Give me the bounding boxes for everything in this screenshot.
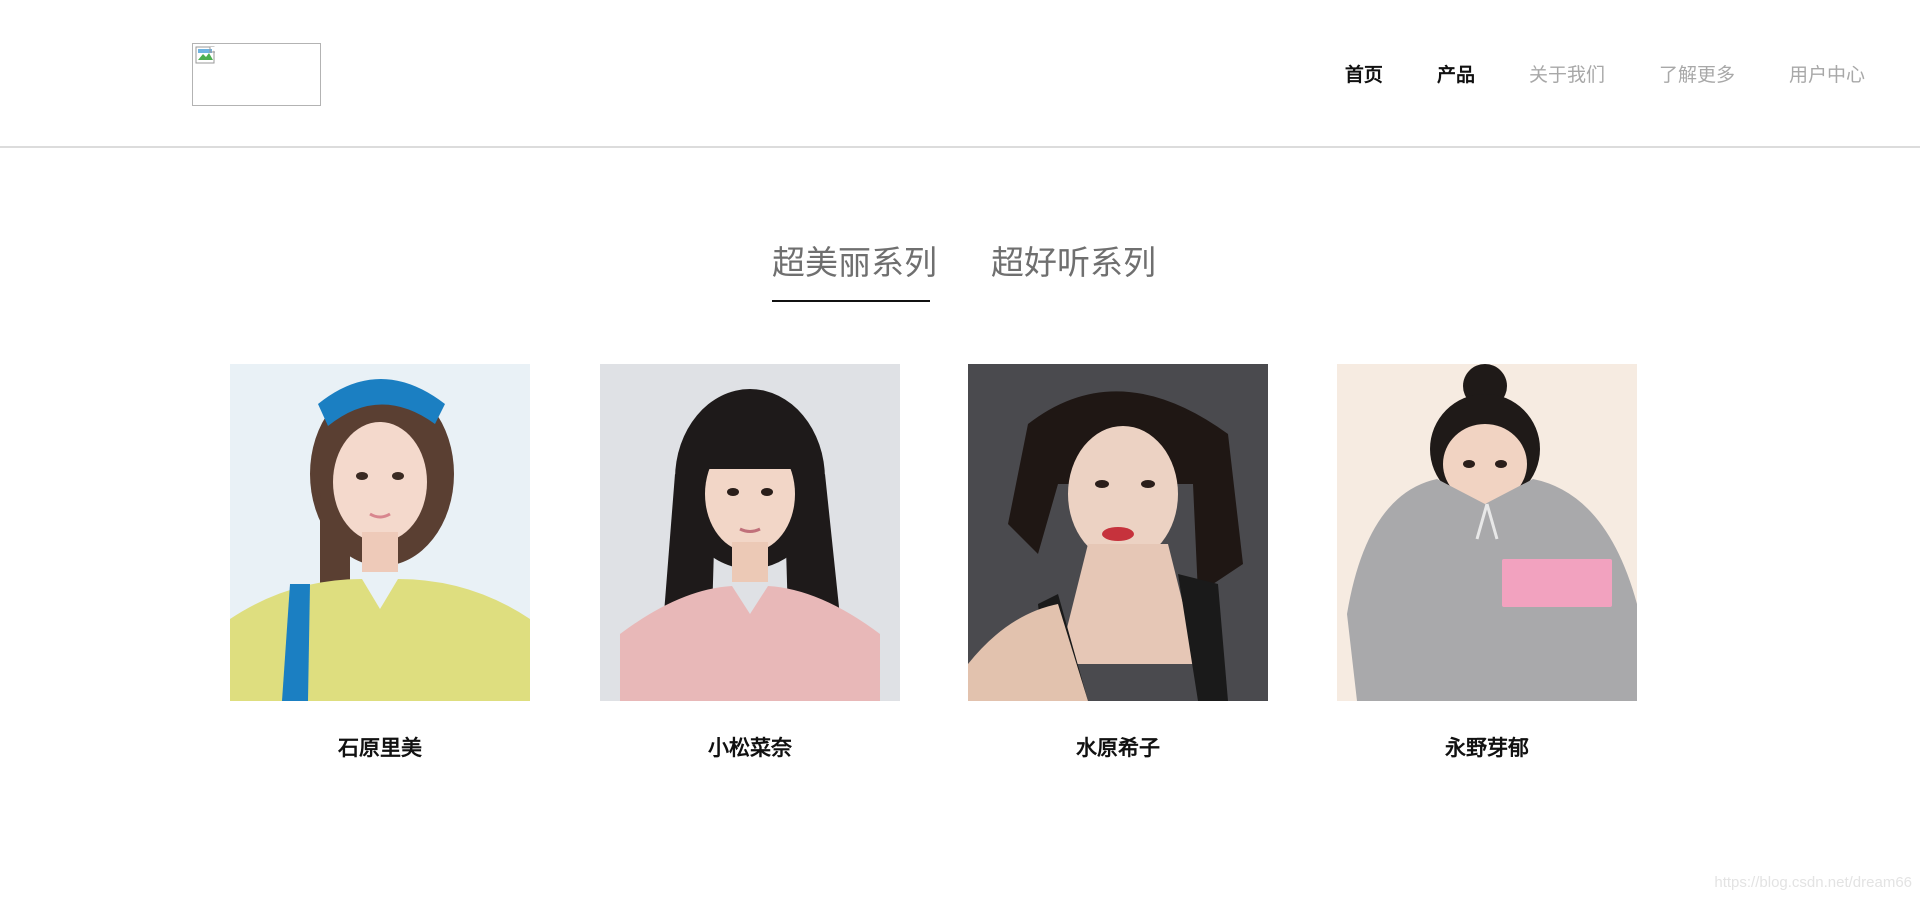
active-tab-indicator [772,300,930,302]
main-nav: 首页 产品 关于我们 了解更多 用户中心 [1291,62,1865,88]
nav-item-home[interactable]: 首页 [1345,62,1383,88]
site-header: 首页 产品 关于我们 了解更多 用户中心 [0,0,1920,148]
portrait-photo[interactable] [230,364,530,701]
nav-item-products[interactable]: 产品 [1437,62,1475,88]
portrait-photo[interactable] [600,364,900,701]
product-card[interactable]: 石原里美 [230,364,530,763]
tab-music-series[interactable]: 超好听系列 [991,240,1156,286]
tab-beauty-series[interactable]: 超美丽系列 [772,240,937,286]
card-title: 小松菜奈 [708,735,792,760]
nav-item-user-center[interactable]: 用户中心 [1789,62,1865,88]
watermark-text: https://blog.csdn.net/dream66 [1714,874,1912,891]
logo-image[interactable] [192,43,321,106]
nav-item-learn-more[interactable]: 了解更多 [1659,62,1735,88]
nav-item-about-us[interactable]: 关于我们 [1529,62,1605,88]
product-card[interactable]: 小松菜奈 [600,364,900,763]
card-title: 水原希子 [1076,735,1160,760]
card-title: 永野芽郁 [1445,735,1529,760]
broken-image-icon [195,46,215,64]
card-title: 石原里美 [338,735,422,760]
series-tabs: 超美丽系列 超好听系列 [0,240,1920,310]
portrait-photo[interactable] [968,364,1268,701]
product-card[interactable]: 水原希子 [968,364,1268,763]
product-card[interactable]: 永野芽郁 [1337,364,1637,763]
portrait-photo[interactable] [1337,364,1637,701]
